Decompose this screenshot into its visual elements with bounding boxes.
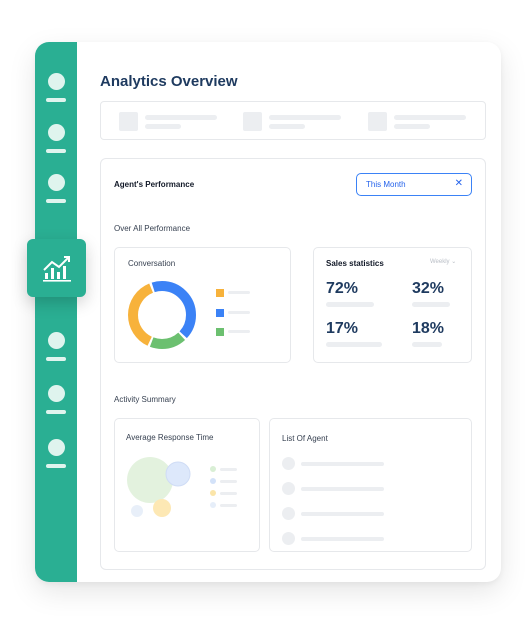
sidebar-item-1[interactable] — [46, 73, 66, 102]
agent-name-line — [301, 512, 384, 516]
close-icon[interactable]: ✕ — [455, 178, 463, 189]
page-title: Analytics Overview — [100, 73, 238, 90]
filter-bar — [100, 101, 486, 140]
chevron-down-icon: ⌄ — [451, 259, 457, 265]
legend-dot — [210, 478, 216, 484]
period-dropdown-label: Weekly — [430, 259, 450, 265]
sidebar-item-2[interactable] — [46, 124, 66, 153]
placeholder-square — [243, 112, 262, 131]
sidebar — [35, 42, 77, 582]
stat-bar — [412, 342, 442, 347]
placeholder-square — [119, 112, 138, 131]
legend-line — [220, 504, 237, 507]
sidebar-bar — [46, 149, 66, 153]
chart-icon — [42, 256, 71, 282]
sidebar-bar — [46, 410, 66, 414]
overall-performance-heading: Over All Performance — [114, 224, 191, 233]
bubble — [127, 457, 173, 503]
period-select[interactable]: This Month ✕ — [356, 173, 472, 196]
conversation-donut-chart — [128, 281, 196, 349]
filter-placeholder[interactable] — [243, 112, 353, 132]
stat-value: 17% — [326, 320, 359, 337]
period-dropdown[interactable]: Weekly ⌄ — [430, 258, 456, 265]
sidebar-dot-icon — [47, 73, 65, 90]
sidebar-dot-icon — [47, 174, 65, 191]
placeholder-line — [394, 124, 430, 129]
avatar — [282, 507, 295, 520]
sidebar-dot-icon — [47, 124, 65, 141]
filter-placeholder[interactable] — [119, 112, 229, 132]
stat-value: 32% — [412, 280, 445, 297]
sidebar-item-7[interactable] — [46, 439, 66, 468]
sidebar-bar — [46, 464, 66, 468]
sidebar-dot-icon — [47, 332, 65, 349]
legend-line — [220, 468, 237, 471]
legend-line — [220, 492, 237, 495]
avatar — [282, 457, 295, 470]
stat-value: 72% — [326, 280, 359, 297]
response-time-heading: Average Response Time — [126, 433, 214, 442]
stat-bar — [326, 342, 382, 347]
filter-placeholder[interactable] — [368, 112, 478, 132]
sidebar-bar — [46, 199, 66, 203]
stat-value: 18% — [412, 320, 445, 337]
response-time-bubble-chart — [127, 457, 191, 517]
legend-dot — [210, 490, 216, 496]
placeholder-line — [145, 115, 217, 120]
bubble — [165, 461, 191, 487]
legend-line — [220, 480, 237, 483]
avatar — [282, 532, 295, 545]
legend-swatch — [216, 328, 224, 336]
legend-dot — [210, 466, 216, 472]
legend-swatch — [216, 309, 224, 317]
legend-dot — [210, 502, 216, 508]
activity-summary-heading: Activity Summary — [114, 395, 176, 404]
sidebar-item-5[interactable] — [46, 332, 66, 361]
avatar — [282, 482, 295, 495]
conversation-heading: Conversation — [128, 259, 176, 268]
sales-statistics-heading: Sales statistics — [326, 259, 384, 268]
placeholder-line — [269, 115, 341, 120]
bubble — [153, 499, 171, 517]
stat-bar — [326, 302, 374, 307]
legend-swatch — [216, 289, 224, 297]
legend-line — [228, 291, 250, 294]
agent-name-line — [301, 487, 384, 491]
sidebar-item-3[interactable] — [46, 174, 66, 203]
stat-bar — [412, 302, 450, 307]
placeholder-line — [394, 115, 466, 120]
placeholder-line — [269, 124, 305, 129]
legend-line — [228, 311, 250, 314]
sidebar-dot-icon — [47, 439, 65, 456]
agent-name-line — [301, 537, 384, 541]
agent-name-line — [301, 462, 384, 466]
sidebar-item-6[interactable] — [46, 385, 66, 414]
agents-performance-heading: Agent's Performance — [114, 180, 195, 189]
period-select-value: This Month — [366, 180, 406, 189]
placeholder-square — [368, 112, 387, 131]
sidebar-bar — [46, 357, 66, 361]
placeholder-line — [145, 124, 181, 129]
bubble — [131, 505, 143, 517]
sidebar-item-analytics[interactable] — [27, 239, 86, 297]
legend-line — [228, 330, 250, 333]
sidebar-bar — [46, 98, 66, 102]
sidebar-dot-icon — [47, 385, 65, 402]
agent-list-heading: List Of Agent — [282, 434, 328, 443]
